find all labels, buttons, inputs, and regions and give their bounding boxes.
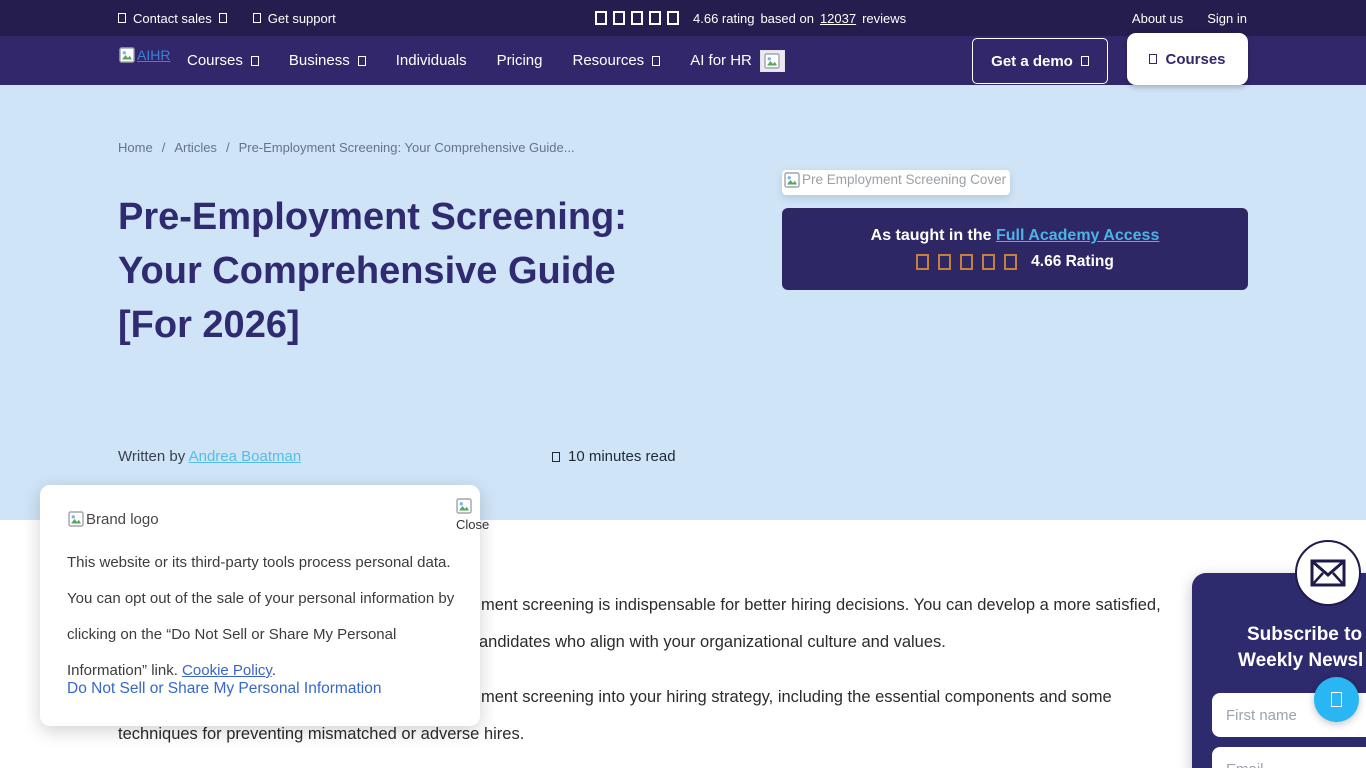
nav-item-individuals[interactable]: Individuals (396, 52, 467, 69)
breadcrumb-separator: / (162, 140, 166, 155)
breadcrumb-separator: / (226, 140, 230, 155)
nav-ai-for-hr-label: AI for HR (690, 52, 752, 69)
nav-pricing-label: Pricing (497, 52, 543, 69)
nav-individuals-label: Individuals (396, 52, 467, 69)
rating-stars (595, 11, 679, 25)
author-link[interactable]: Andrea Boatman (189, 448, 302, 465)
nav-courses-label: Courses (187, 52, 243, 69)
written-by-label: Written by (118, 448, 185, 465)
star-icon (960, 254, 973, 270)
article-text-line: techniques for preventing mismatched or … (118, 725, 524, 744)
breadcrumb-home[interactable]: Home (118, 140, 153, 155)
breadcrumb-current: Pre-Employment Screening: Your Comprehen… (239, 140, 575, 155)
cookie-policy-link[interactable]: Cookie Policy (182, 662, 272, 679)
nav-item-pricing[interactable]: Pricing (497, 52, 543, 69)
chat-launcher-button[interactable] (1314, 677, 1359, 722)
chevron-down-icon (219, 13, 227, 23)
contact-sales-label: Contact sales (133, 11, 212, 26)
star-icon (595, 11, 607, 25)
broken-image-icon (784, 172, 800, 188)
rating-summary: 4.66 rating based on 12037 reviews (595, 0, 906, 36)
broken-image-icon (456, 498, 472, 514)
newsletter-heading-line2: Weekly Newsl (1238, 650, 1363, 672)
star-icon (938, 254, 951, 270)
nav-item-resources[interactable]: Resources (572, 52, 660, 69)
course-card-line1: As taught in the Full Academy Access (871, 227, 1160, 245)
envelope-icon (1310, 559, 1346, 587)
contact-sales-link[interactable]: Contact sales (118, 11, 227, 26)
cookie-brand-logo-broken: Brand logo (68, 511, 159, 528)
nav-item-courses[interactable]: Courses (187, 52, 259, 69)
cookie-body-suffix: . (272, 662, 276, 679)
cover-alt-text: Pre Employment Screening Cover (802, 172, 1006, 187)
read-time-text: 10 minutes read (568, 448, 676, 465)
broken-image-icon (68, 511, 84, 527)
cookie-consent-dialog: Brand logo Close This website or its thi… (40, 485, 480, 726)
aihr-logo[interactable]: AIHR (119, 47, 171, 75)
support-icon (253, 13, 261, 23)
article-text-line: andidates who align with your organizati… (479, 633, 946, 652)
nav-business-label: Business (289, 52, 350, 69)
course-card-rating: 4.66 Rating (916, 253, 1114, 271)
star-icon (916, 254, 929, 270)
star-icon (1004, 254, 1017, 270)
courses-button-label: Courses (1165, 51, 1225, 68)
get-support-link[interactable]: Get support (253, 11, 336, 26)
email-input[interactable] (1212, 747, 1366, 768)
courses-button[interactable]: Courses (1127, 33, 1248, 85)
star-icon (631, 11, 643, 25)
nav-resources-label: Resources (572, 52, 644, 69)
nav-item-ai-for-hr[interactable]: AI for HR (690, 50, 785, 72)
arrow-icon (1081, 56, 1089, 66)
newsletter-envelope-badge (1295, 540, 1361, 606)
get-demo-button[interactable]: Get a demo (972, 38, 1108, 84)
chevron-down-icon (652, 56, 660, 66)
chevron-down-icon (358, 56, 366, 66)
star-icon (667, 11, 679, 25)
about-us-link[interactable]: About us (1132, 11, 1183, 26)
sign-in-link[interactable]: Sign in (1207, 11, 1247, 26)
reviews-word: reviews (862, 11, 906, 26)
page-title: Pre-Employment Screening: Your Comprehen… (118, 190, 663, 352)
chevron-down-icon (251, 56, 259, 66)
cookie-policy-text: This website or its third-party tools pr… (67, 545, 457, 689)
clock-icon (552, 452, 560, 462)
broken-image-icon (119, 47, 135, 63)
reviews-count-link[interactable]: 12037 (820, 11, 856, 26)
close-alt-text: Close (456, 517, 490, 532)
star-icon (613, 11, 625, 25)
rating-value: 4.66 rating (693, 11, 754, 26)
get-demo-label: Get a demo (991, 53, 1073, 70)
star-icon (982, 254, 995, 270)
do-not-sell-link[interactable]: Do Not Sell or Share My Personal Informa… (67, 680, 381, 698)
page: Contact sales Get support 4.66 rating ba… (0, 0, 1366, 768)
broken-image-icon (764, 53, 780, 69)
get-support-label: Get support (268, 11, 336, 26)
rating-stars (916, 254, 1017, 270)
breadcrumb: Home / Articles / Pre-Employment Screeni… (118, 140, 575, 155)
as-taught-text: As taught in the (871, 227, 992, 244)
read-time: 10 minutes read (552, 448, 676, 465)
byline: Written by Andrea Boatman (118, 448, 301, 465)
course-promo-card: As taught in the Full Academy Access 4.6… (782, 208, 1248, 290)
nav-item-business[interactable]: Business (289, 52, 366, 69)
cover-image-broken: Pre Employment Screening Cover (782, 170, 1010, 195)
top-utility-bar: Contact sales Get support 4.66 rating ba… (0, 0, 1366, 36)
article-text-line: ment screening is indispensable for bett… (481, 596, 1161, 615)
course-rating-text: 4.66 Rating (1031, 253, 1114, 271)
ai-badge-broken-image (760, 50, 785, 72)
newsletter-heading-line1: Subscribe to (1247, 624, 1362, 646)
grid-icon (1149, 54, 1157, 64)
chat-icon (1331, 692, 1342, 707)
phone-icon (118, 13, 126, 23)
article-text-line: ment screening into your hiring strategy… (481, 688, 1112, 707)
based-on-text: based on (760, 11, 814, 26)
brand-logo-alt-text: Brand logo (86, 511, 159, 528)
cookie-body-text: This website or its third-party tools pr… (67, 554, 454, 679)
full-academy-access-link[interactable]: Full Academy Access (996, 227, 1159, 244)
star-icon (649, 11, 661, 25)
breadcrumb-articles[interactable]: Articles (174, 140, 217, 155)
cookie-close-button[interactable]: Close (456, 498, 490, 532)
logo-alt-text: AIHR (137, 47, 170, 63)
